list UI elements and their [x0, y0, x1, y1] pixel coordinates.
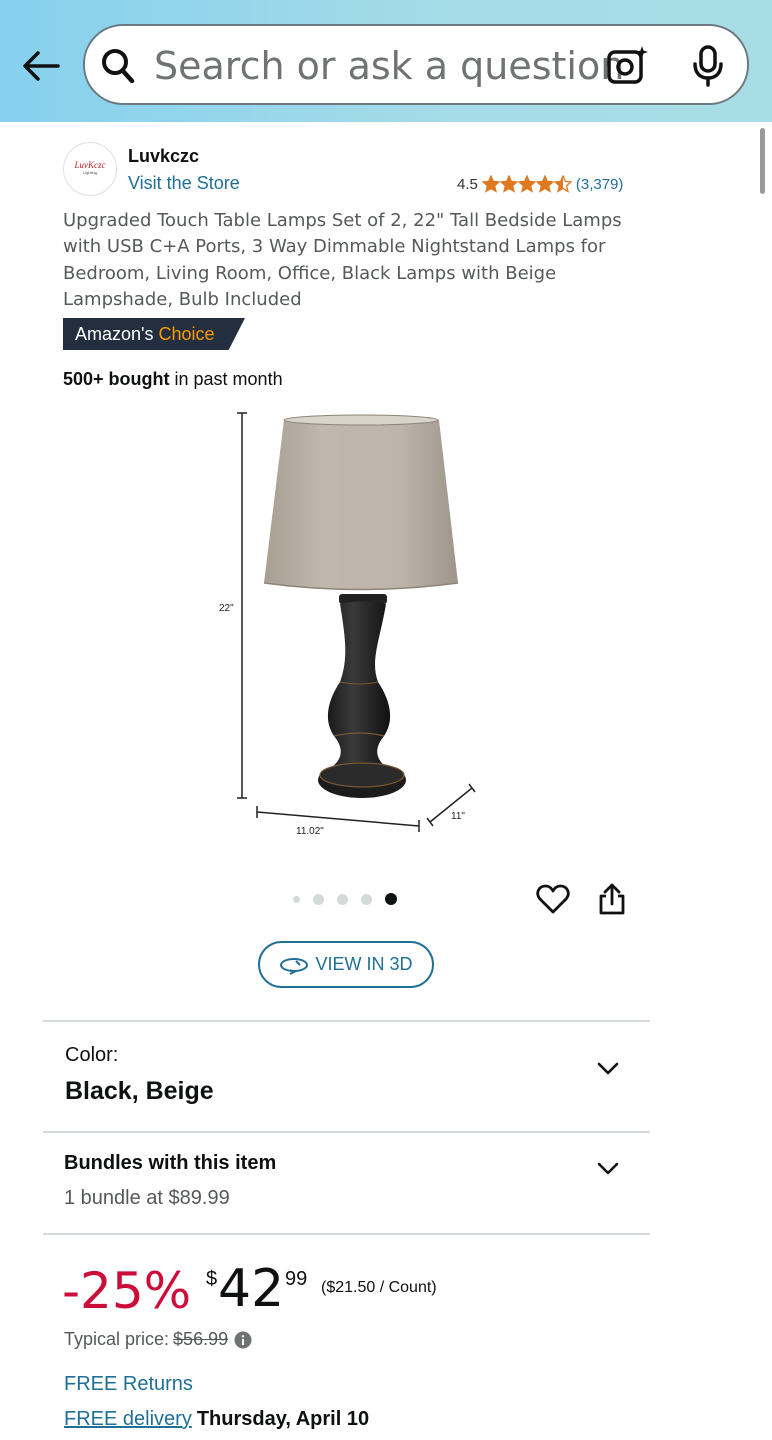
divider: [43, 1131, 650, 1133]
chevron-down-icon[interactable]: [597, 1062, 619, 1076]
star-icon-full: [481, 175, 500, 193]
free-delivery-link[interactable]: FREE delivery: [64, 1408, 192, 1430]
info-icon[interactable]: [234, 1331, 252, 1349]
bought-count: 500+ bought in past month: [63, 369, 283, 389]
height-label: 22": [219, 603, 234, 614]
star-icon-full: [535, 175, 554, 193]
brand-name: Luvkczc: [128, 146, 200, 166]
lamp-base: [327, 601, 391, 770]
depth-label: 11": [451, 811, 465, 822]
star-icon-half: [553, 175, 572, 193]
rating-summary[interactable]: 4.5 (3,379): [457, 174, 623, 194]
bundles-title: Bundles with this item: [64, 1152, 277, 1174]
carousel-dot[interactable]: [337, 893, 348, 905]
delivery-info: FREE delivery Thursday, April 10: [64, 1408, 369, 1431]
search-icon: [102, 49, 135, 84]
width-label: 11.02": [296, 826, 324, 837]
brand-logo[interactable]: LuvKczc Lighting: [63, 142, 117, 196]
product-title: Upgraded Touch Table Lamps Set of 2, 22"…: [63, 210, 622, 310]
price-whole: 42: [218, 1259, 285, 1319]
free-returns-link[interactable]: FREE Returns: [64, 1373, 193, 1396]
star-rating: [481, 175, 572, 193]
lamp-shade: [264, 416, 458, 590]
star-icon-full: [517, 175, 536, 193]
divider: [43, 1020, 650, 1022]
carousel-dot[interactable]: [385, 893, 397, 905]
rotate-3d-icon: [280, 957, 309, 975]
carousel-dot[interactable]: [361, 893, 372, 905]
typical-price: Typical price: $56.99: [64, 1329, 252, 1350]
top-bar: Search or ask a question: [0, 0, 772, 122]
image-carousel-dots: [293, 893, 410, 905]
color-label: Color:: [65, 1044, 119, 1066]
chevron-down-icon[interactable]: [597, 1162, 619, 1176]
search-input[interactable]: Search or ask a question: [154, 44, 624, 88]
star-icon-full: [499, 175, 518, 193]
price-currency-symbol: $: [206, 1268, 218, 1290]
unit-price: ($21.50 / Count): [321, 1279, 437, 1296]
share-icon[interactable]: [597, 882, 627, 916]
view-in-3d-label: VIEW IN 3D: [315, 954, 413, 974]
carousel-dot[interactable]: [293, 895, 300, 903]
rating-count-link[interactable]: (3,379): [576, 176, 624, 193]
scrollbar[interactable]: [760, 128, 765, 194]
carousel-dot[interactable]: [313, 893, 324, 905]
color-value: Black, Beige: [65, 1077, 214, 1105]
view-in-3d-button[interactable]: VIEW IN 3D: [258, 941, 434, 988]
camera-search-icon[interactable]: [606, 44, 650, 86]
price-fraction: 99: [285, 1268, 308, 1290]
bundles-subtitle: 1 bundle at $89.99: [64, 1187, 230, 1209]
discount-percent: -25%: [62, 1262, 192, 1320]
product-image[interactable]: 22" 11.02" 11": [200, 400, 500, 850]
wishlist-heart-icon[interactable]: [536, 883, 570, 915]
width-dimension-line: [256, 811, 420, 827]
typical-price-value: $56.99: [173, 1329, 229, 1349]
delivery-date: Thursday, April 10: [196, 1408, 370, 1430]
visit-store-link[interactable]: Visit the Store: [128, 173, 240, 194]
amazons-choice-badge: Amazon's Choice: [63, 318, 245, 350]
microphone-icon[interactable]: [690, 44, 726, 88]
divider: [43, 1233, 650, 1235]
rating-value: 4.5: [457, 175, 478, 193]
back-arrow-icon[interactable]: [18, 44, 66, 88]
